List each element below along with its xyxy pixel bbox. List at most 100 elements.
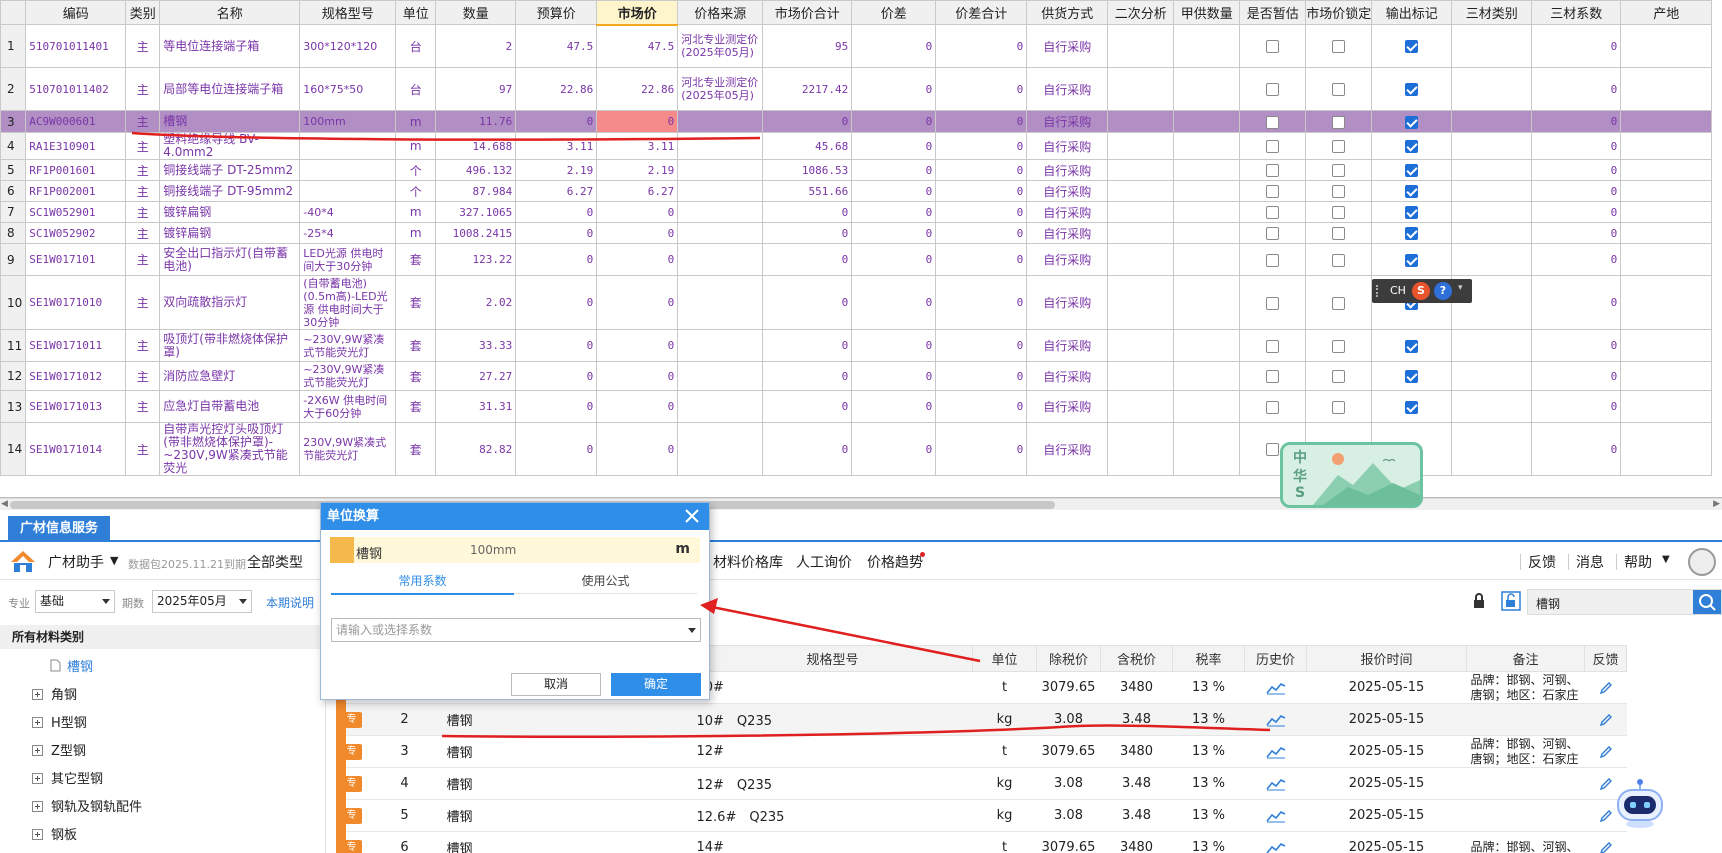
market-total-cell[interactable]: 0 xyxy=(762,243,853,276)
secondary-analysis-cell[interactable] xyxy=(1107,243,1175,276)
ime-toolbar[interactable]: CH S ? ▾ xyxy=(1372,279,1472,303)
tree-group-steel-plate[interactable]: 钢板 xyxy=(32,824,77,843)
origin-cell[interactable] xyxy=(1620,201,1713,223)
grid-row[interactable]: 7 SC1W052901 主镀锌扁钢 -40*4 m 327.1065 0 0 0 0 0 自行采购 0 xyxy=(0,201,1713,223)
secondary-analysis-cell[interactable] xyxy=(1107,275,1175,330)
name-cell[interactable]: 等电位连接端子箱 xyxy=(159,24,301,68)
quantity-cell[interactable]: 496.132 xyxy=(435,159,517,181)
checkbox[interactable] xyxy=(1332,115,1346,129)
column-header[interactable]: 二次分析 xyxy=(1107,0,1175,25)
column-header[interactable]: 是否暂估 xyxy=(1239,0,1307,25)
budget-price-cell[interactable]: 47.5 xyxy=(515,24,598,68)
origin-cell[interactable] xyxy=(1620,67,1713,111)
price-row[interactable]: 专 6 槽钢 14# t 3079.65 3480 13 % 2025-05-15 品牌：邯钢、河… xyxy=(336,831,1627,853)
category-cell[interactable]: 主 xyxy=(125,361,161,391)
app-menu-caret-icon[interactable]: ▼ xyxy=(110,554,118,567)
market-price-cell[interactable]: 6.27 xyxy=(596,180,679,202)
history-chart-icon[interactable] xyxy=(1265,777,1286,791)
cancel-button[interactable]: 取消 xyxy=(511,673,601,696)
price-diff-cell[interactable]: 0 xyxy=(851,132,937,160)
origin-cell[interactable] xyxy=(1620,243,1713,276)
secondary-analysis-cell[interactable] xyxy=(1107,67,1175,111)
code-cell[interactable]: RA1E310901 xyxy=(25,132,127,160)
three-material-coef-cell[interactable]: 0 xyxy=(1531,243,1622,276)
code-cell[interactable]: SE1W017101 xyxy=(25,243,127,276)
history-chart-icon[interactable] xyxy=(1265,713,1286,727)
category-cell[interactable]: 主 xyxy=(125,275,161,330)
origin-cell[interactable] xyxy=(1620,180,1713,202)
grid-row[interactable]: 14 SE1W0171014 主自带声光控灯头吸顶灯(带非燃烧体保护罩)-~230V… xyxy=(0,422,1713,476)
checkbox[interactable] xyxy=(1266,185,1280,198)
price-diff-cell[interactable]: 0 xyxy=(851,24,937,68)
code-cell[interactable]: SE1W0171011 xyxy=(25,329,127,362)
market-price-cell[interactable]: 0 xyxy=(596,201,679,223)
market-price-cell[interactable]: 0 xyxy=(596,390,679,423)
market-total-cell[interactable]: 0 xyxy=(762,222,853,244)
price-diff-total-cell[interactable]: 0 xyxy=(935,110,1028,133)
quantity-cell[interactable]: 31.31 xyxy=(435,390,517,423)
three-material-coef-cell[interactable]: 0 xyxy=(1531,110,1622,133)
lock-icon[interactable] xyxy=(1471,593,1487,609)
price-diff-total-cell[interactable]: 0 xyxy=(935,422,1028,476)
column-header[interactable]: 产地 xyxy=(1620,0,1713,25)
name-cell[interactable]: 安全出口指示灯(自带蓄电池) xyxy=(159,243,301,276)
supply-mode-cell[interactable]: 自行采购 xyxy=(1026,390,1109,423)
edit-icon[interactable] xyxy=(1599,681,1613,695)
grid-row[interactable]: 12 SE1W0171012 主消防应急壁灯 ~230V,9W紧凑式节能荧光灯套 27.… xyxy=(0,361,1713,391)
price-diff-total-cell[interactable]: 0 xyxy=(935,67,1028,111)
scroll-right-icon[interactable]: ▶ xyxy=(1713,499,1720,509)
grid-row[interactable]: 13 SE1W0171013 主应急灯自带蓄电池 -2X6W 供电时间大于60分钟套 3… xyxy=(0,390,1713,423)
category-cell[interactable]: 主 xyxy=(125,110,161,133)
price-diff-total-cell[interactable]: 0 xyxy=(935,201,1028,223)
secondary-analysis-cell[interactable] xyxy=(1107,180,1175,202)
drag-handle-icon[interactable] xyxy=(1376,285,1384,297)
checkbox[interactable] xyxy=(1332,185,1346,198)
name-cell[interactable]: 铜接线端子 DT-25mm2 xyxy=(159,159,301,181)
checkbox[interactable] xyxy=(1405,164,1419,177)
category-cell[interactable]: 主 xyxy=(125,132,161,160)
column-header[interactable]: 输出标记 xyxy=(1371,0,1453,25)
price-column-header[interactable]: 税率 xyxy=(1172,645,1245,672)
origin-cell[interactable] xyxy=(1620,361,1713,391)
category-cell[interactable]: 主 xyxy=(125,24,161,68)
owner-supply-qty-cell[interactable] xyxy=(1173,275,1241,330)
budget-price-cell[interactable]: 0 xyxy=(515,222,598,244)
secondary-analysis-cell[interactable] xyxy=(1107,222,1175,244)
price-source-cell[interactable] xyxy=(677,159,764,181)
budget-price-cell[interactable]: 2.19 xyxy=(515,159,598,181)
budget-price-cell[interactable]: 0 xyxy=(515,275,598,330)
supply-mode-cell[interactable]: 自行采购 xyxy=(1026,222,1109,244)
grid-row[interactable]: 8 SC1W052902 主镀锌扁钢 -25*4 m 1008.2415 0 0 0 0 0 自行采购… xyxy=(0,222,1713,244)
column-header[interactable]: 供货方式 xyxy=(1026,0,1109,25)
market-total-cell[interactable]: 551.66 xyxy=(762,180,853,202)
secondary-analysis-cell[interactable] xyxy=(1107,159,1175,181)
checkbox[interactable] xyxy=(1332,206,1346,219)
market-total-cell[interactable]: 0 xyxy=(762,422,853,476)
secondary-analysis-cell[interactable] xyxy=(1107,361,1175,391)
grid-row[interactable]: 5 RF1P001601 主铜接线端子 DT-25mm2 个 496.132 2.19 2.… xyxy=(0,159,1713,181)
code-cell[interactable]: RF1P001601 xyxy=(25,159,127,181)
secondary-analysis-cell[interactable] xyxy=(1107,422,1175,476)
category-cell[interactable]: 主 xyxy=(125,201,161,223)
market-total-cell[interactable]: 2217.42 xyxy=(762,67,853,111)
checkbox[interactable] xyxy=(1266,40,1280,53)
origin-cell[interactable] xyxy=(1620,390,1713,423)
market-total-cell[interactable]: 0 xyxy=(762,329,853,362)
checkbox[interactable] xyxy=(1266,296,1280,310)
spec-cell[interactable]: 230V,9W紧凑式节能荧光灯 xyxy=(299,422,397,476)
ime-logo-icon[interactable]: S xyxy=(1412,282,1430,300)
owner-supply-qty-cell[interactable] xyxy=(1173,159,1241,181)
edit-icon[interactable] xyxy=(1599,713,1613,727)
checkbox[interactable] xyxy=(1266,83,1280,96)
three-material-coef-cell[interactable]: 0 xyxy=(1531,329,1622,362)
checkbox[interactable] xyxy=(1332,83,1346,96)
three-material-coef-cell[interactable]: 0 xyxy=(1531,201,1622,223)
price-source-cell[interactable]: 河北专业测定价(2025年05月) xyxy=(677,67,764,111)
supply-mode-cell[interactable]: 自行采购 xyxy=(1026,24,1109,68)
price-diff-cell[interactable]: 0 xyxy=(851,110,937,133)
checkbox[interactable] xyxy=(1405,83,1419,96)
checkbox[interactable] xyxy=(1405,206,1419,219)
column-header[interactable]: 价差合计 xyxy=(935,0,1028,25)
category-cell[interactable]: 主 xyxy=(125,180,161,202)
row-number[interactable]: 11 xyxy=(0,329,27,362)
